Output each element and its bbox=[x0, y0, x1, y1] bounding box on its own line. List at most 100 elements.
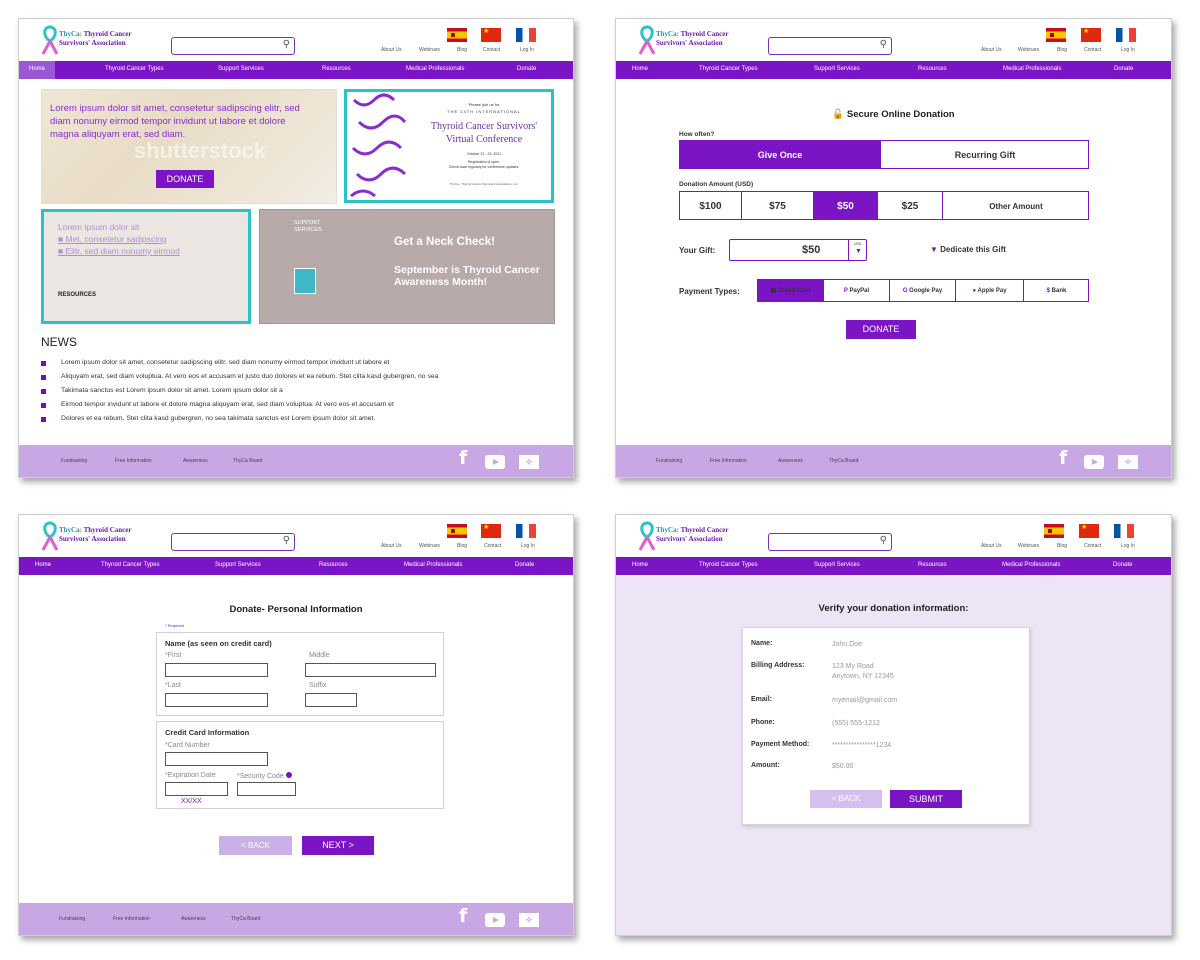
footer-awareness[interactable]: Awareness bbox=[183, 458, 208, 464]
link-login[interactable]: Log In bbox=[1121, 543, 1135, 549]
footer-free-info[interactable]: Free Information bbox=[710, 458, 747, 464]
recurring-gift-option[interactable]: Recurring Gift bbox=[881, 141, 1089, 168]
facebook-icon[interactable]: f bbox=[459, 447, 467, 469]
link-webinars[interactable]: Webinars bbox=[1018, 543, 1039, 549]
search-icon[interactable]: ⚲ bbox=[880, 39, 887, 50]
facebook-icon[interactable]: f bbox=[1059, 447, 1067, 469]
link-blog[interactable]: Blog bbox=[1057, 47, 1067, 53]
resources-link-2[interactable]: ■ Elitr, sed diam nonumy eirmod bbox=[58, 246, 180, 256]
footer-awareness[interactable]: Awareness bbox=[181, 916, 206, 922]
nav-cancer-types[interactable]: Thyroid Cancer Types bbox=[699, 66, 758, 72]
nav-resources[interactable]: Resources bbox=[319, 562, 348, 568]
link-webinars[interactable]: Webinars bbox=[419, 47, 440, 53]
spain-flag-icon[interactable] bbox=[447, 524, 467, 538]
footer-fundraising[interactable]: Fundraising bbox=[59, 916, 85, 922]
link-login[interactable]: Log In bbox=[521, 543, 535, 549]
spain-flag-icon[interactable] bbox=[1046, 28, 1066, 42]
nav-resources[interactable]: Resources bbox=[918, 562, 947, 568]
nav-donate[interactable]: Donate bbox=[1113, 562, 1132, 568]
facebook-icon[interactable]: f bbox=[459, 905, 467, 927]
search-input[interactable]: ⚲ bbox=[171, 37, 295, 55]
amount-other[interactable]: Other Amount bbox=[943, 192, 1089, 219]
currency-dropdown-icon[interactable]: ▼ bbox=[855, 248, 862, 255]
twitter-icon[interactable]: ✧ bbox=[519, 913, 539, 927]
twitter-icon[interactable]: ✧ bbox=[1118, 455, 1138, 469]
expiration-input[interactable] bbox=[165, 782, 228, 796]
amount-50[interactable]: $50 bbox=[814, 192, 878, 219]
payment-bank[interactable]: $ Bank bbox=[1024, 280, 1089, 301]
spain-flag-icon[interactable] bbox=[1044, 524, 1064, 538]
nav-home[interactable]: Home bbox=[19, 61, 56, 79]
footer-fundraising[interactable]: Fundraising bbox=[656, 458, 682, 464]
nav-support[interactable]: Support Services bbox=[215, 562, 261, 568]
france-flag-icon[interactable] bbox=[516, 28, 536, 42]
twitter-icon[interactable]: ✧ bbox=[519, 455, 539, 469]
nav-home[interactable]: Home bbox=[632, 66, 648, 72]
footer-board[interactable]: ThyCa Board bbox=[829, 458, 858, 464]
next-button[interactable]: NEXT > bbox=[302, 836, 374, 855]
china-flag-icon[interactable] bbox=[1079, 523, 1099, 538]
nav-donate[interactable]: Donate bbox=[515, 562, 534, 568]
security-code-input[interactable] bbox=[237, 782, 296, 796]
spain-flag-icon[interactable] bbox=[447, 28, 467, 42]
hero-donate-button[interactable]: DONATE bbox=[156, 170, 214, 188]
payment-paypal[interactable]: P PayPal bbox=[824, 280, 890, 301]
back-button[interactable]: < BACK bbox=[219, 836, 292, 855]
link-about[interactable]: About Us bbox=[381, 543, 402, 549]
search-icon[interactable]: ⚲ bbox=[880, 535, 887, 546]
search-icon[interactable]: ⚲ bbox=[283, 39, 290, 50]
link-about[interactable]: About Us bbox=[981, 543, 1002, 549]
payment-google-pay[interactable]: G Google Pay bbox=[890, 280, 956, 301]
donate-button[interactable]: DONATE bbox=[846, 320, 916, 339]
amount-25[interactable]: $25 bbox=[878, 192, 943, 219]
dedicate-gift-toggle[interactable]: ▼ Dedicate this Gift bbox=[930, 245, 1006, 254]
nav-donate[interactable]: Donate bbox=[517, 66, 536, 72]
nav-cancer-types[interactable]: Thyroid Cancer Types bbox=[699, 562, 758, 568]
youtube-icon[interactable] bbox=[485, 913, 505, 927]
amount-75[interactable]: $75 bbox=[742, 192, 814, 219]
france-flag-icon[interactable] bbox=[1116, 28, 1136, 42]
first-name-input[interactable] bbox=[165, 663, 268, 677]
footer-free-info[interactable]: Free Information bbox=[115, 458, 152, 464]
link-blog[interactable]: Blog bbox=[1057, 543, 1067, 549]
nav-medical[interactable]: Medical Professionals bbox=[406, 66, 464, 72]
footer-free-info[interactable]: Free Information bbox=[113, 916, 150, 922]
thyca-logo[interactable]: ThyCa: Thyroid Cancer Survivors' Associat… bbox=[638, 25, 753, 57]
news-item[interactable]: Dolores et ea rebum. Stet clita kasd gub… bbox=[41, 415, 561, 429]
link-blog[interactable]: Blog bbox=[457, 543, 467, 549]
footer-fundraising[interactable]: Fundraising bbox=[61, 458, 87, 464]
news-item[interactable]: Aliquyam erat, sed diam voluptua. At ver… bbox=[41, 373, 561, 387]
nav-support[interactable]: Support Services bbox=[218, 66, 264, 72]
gift-amount-field[interactable]: $50 USD ▼ bbox=[729, 239, 867, 261]
search-icon[interactable]: ⚲ bbox=[283, 535, 290, 546]
nav-resources[interactable]: Resources bbox=[918, 66, 947, 72]
card-number-input[interactable] bbox=[165, 752, 268, 766]
link-webinars[interactable]: Webinars bbox=[419, 543, 440, 549]
china-flag-icon[interactable] bbox=[481, 523, 501, 538]
payment-credit-card[interactable]: ▦ Credit Card bbox=[758, 280, 824, 301]
nav-support[interactable]: Support Services bbox=[814, 66, 860, 72]
back-button[interactable]: < BACK bbox=[810, 790, 882, 808]
china-flag-icon[interactable] bbox=[1081, 27, 1101, 42]
footer-board[interactable]: ThyCa Board bbox=[233, 458, 262, 464]
link-login[interactable]: Log In bbox=[1121, 47, 1135, 53]
payment-apple-pay[interactable]: ● Apple Pay bbox=[956, 280, 1024, 301]
support-services-card[interactable]: SUPPORT SERVICES Get a Neck Check! Septe… bbox=[259, 209, 555, 324]
search-input[interactable]: ⚲ bbox=[768, 533, 892, 551]
link-login[interactable]: Log In bbox=[520, 47, 534, 53]
link-webinars[interactable]: Webinars bbox=[1018, 47, 1039, 53]
link-contact[interactable]: Contact bbox=[484, 543, 501, 549]
nav-medical[interactable]: Medical Professionals bbox=[1002, 562, 1060, 568]
middle-name-input[interactable] bbox=[305, 663, 436, 677]
thyca-logo[interactable]: ThyCa: Thyroid Cancer Survivors' Associat… bbox=[41, 25, 156, 57]
china-flag-icon[interactable] bbox=[481, 27, 501, 42]
resources-link-1[interactable]: ■ Met, consetetur sadipscing bbox=[58, 234, 167, 244]
link-contact[interactable]: Contact bbox=[483, 47, 500, 53]
france-flag-icon[interactable] bbox=[1114, 524, 1134, 538]
youtube-icon[interactable] bbox=[1084, 455, 1104, 469]
search-input[interactable]: ⚲ bbox=[768, 37, 892, 55]
nav-resources[interactable]: Resources bbox=[322, 66, 351, 72]
search-input[interactable]: ⚲ bbox=[171, 533, 295, 551]
nav-cancer-types[interactable]: Thyroid Cancer Types bbox=[105, 66, 164, 72]
amount-100[interactable]: $100 bbox=[680, 192, 742, 219]
